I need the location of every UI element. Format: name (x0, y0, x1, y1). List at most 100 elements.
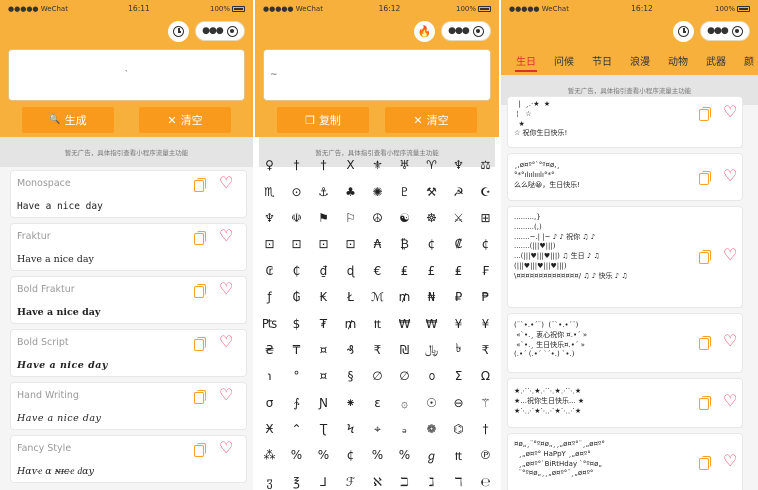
symbol-cell[interactable]: ♅ (391, 152, 418, 178)
symbol-cell[interactable]: ⚜ (364, 152, 391, 178)
symbol-cell[interactable]: ℮ (472, 469, 499, 490)
symbol-cell[interactable]: ♏ (256, 178, 283, 204)
mini-program-capsule[interactable]: ●●● (195, 21, 245, 41)
symbol-cell[interactable]: ℱ (337, 469, 364, 490)
symbol-cell[interactable]: ℶ (391, 469, 418, 490)
symbol-cell[interactable]: § (337, 363, 364, 389)
copy-icon[interactable] (699, 107, 711, 121)
tab-color[interactable]: 颜 (735, 45, 758, 75)
symbol-cell[interactable]: ♆ (445, 152, 472, 178)
symbol-cell[interactable]: ₤ (445, 258, 472, 284)
symbol-cell[interactable]: ☉ (418, 390, 445, 416)
symbol-cell[interactable]: % (364, 442, 391, 468)
text-editor[interactable] (263, 49, 491, 101)
symbol-cell[interactable]: ൦ (418, 363, 445, 389)
clear-button[interactable]: ✕ 清空 (385, 107, 477, 133)
symbol-cell[interactable]: ℵ (364, 469, 391, 490)
symbol-cell[interactable]: ¢ (418, 231, 445, 257)
symbol-cell[interactable]: ☸ (418, 205, 445, 231)
symbol-cell[interactable]: % (310, 442, 337, 468)
symbol-cell[interactable]: ƒ (256, 284, 283, 310)
symbol-cell[interactable]: ჳ (256, 469, 283, 490)
symbol-cell[interactable]: ¤ (310, 363, 337, 389)
symbol-cell[interactable]: ₵ (283, 258, 310, 284)
text-editor[interactable] (8, 49, 245, 101)
copy-icon[interactable] (699, 456, 711, 470)
symbol-cell[interactable]: ₰ (337, 337, 364, 363)
kaomoji-card[interactable]: ¤ø„¸¨°º¤ø„¸¸„ø¤º°¨¸„ø¤º° ¸„ø¤º° HaPpY ¸„… (507, 433, 743, 490)
kaomoji-card[interactable]: (¨`•.•´¨) (¨`•.•´¨) «`•.¸ 衷心祝你 ¤.•´ » «`… (507, 313, 743, 373)
target-icon[interactable] (226, 25, 238, 37)
symbol-cell[interactable]: ℷ (418, 469, 445, 490)
symbol-cell[interactable]: ℩ (256, 363, 283, 389)
symbol-cell[interactable]: ⚚ (472, 390, 499, 416)
text-input[interactable] (264, 50, 490, 100)
symbol-cell[interactable]: ₽ (445, 284, 472, 310)
symbol-cell[interactable]: ₣ (472, 258, 499, 284)
font-card-fancy-style[interactable]: Fancy Style Hɑᴠҽ ɑ ɴ̶ɪ̶ᴄ̶ҽ ԁɑу ♡ (10, 435, 247, 483)
heart-icon[interactable]: ♡ (219, 175, 233, 191)
copy-icon[interactable] (194, 231, 206, 245)
heart-icon[interactable]: ♡ (723, 333, 737, 349)
font-card-bold-script[interactable]: Bold Script Have a nice day ♡ (10, 329, 247, 377)
copy-icon[interactable] (699, 250, 711, 264)
symbol-cell[interactable]: ₫ (310, 258, 337, 284)
symbol-cell[interactable]: ⚑ (310, 205, 337, 231)
symbol-cell[interactable]: ⊡ (256, 231, 283, 257)
symbol-cell[interactable]: ⚔ (445, 205, 472, 231)
heart-icon[interactable]: ♡ (219, 440, 233, 456)
tab-romance[interactable]: 浪漫 (621, 45, 659, 75)
symbol-cell[interactable]: % (283, 442, 310, 468)
copy-icon[interactable] (194, 337, 206, 351)
symbol-cell[interactable]: $ (283, 310, 310, 336)
symbol-cell[interactable]: ¥ (445, 310, 472, 336)
symbol-cell[interactable]: ⊡ (310, 231, 337, 257)
history-button[interactable] (673, 21, 694, 42)
tab-birthday[interactable]: 生日 (507, 45, 545, 75)
symbol-cell[interactable]: ₭ (310, 284, 337, 310)
symbol-cell[interactable]: Ɲ (310, 390, 337, 416)
symbol-cell[interactable]: ⌬ (445, 416, 472, 442)
symbol-cell[interactable]: ∅ (364, 363, 391, 389)
heart-icon[interactable]: ♡ (723, 247, 737, 263)
symbol-cell[interactable]: ⌃ (283, 416, 310, 442)
copy-icon[interactable] (194, 390, 206, 404)
copy-icon[interactable] (194, 178, 206, 192)
symbol-cell[interactable]: ✺ (364, 178, 391, 204)
symbol-cell[interactable]: ⊡ (283, 231, 310, 257)
symbol-cell[interactable]: ₪ (391, 337, 418, 363)
symbol-cell[interactable]: σ (256, 390, 283, 416)
symbol-cell[interactable]: ₮ (310, 310, 337, 336)
tab-weapon[interactable]: 武器 (697, 45, 735, 75)
tab-festival[interactable]: 节日 (583, 45, 621, 75)
copy-icon[interactable] (194, 284, 206, 298)
symbol-cell[interactable]: Ӿ (256, 416, 283, 442)
symbol-cell[interactable]: ☭ (445, 178, 472, 204)
symbol-cell[interactable]: £ (418, 258, 445, 284)
tab-greeting[interactable]: 问候 (545, 45, 583, 75)
kaomoji-card[interactable]: ¸,ø¤º°`°º¤ø,¸ °*°ılıılııılı°*° 么么哒😀，生日快乐… (507, 153, 743, 201)
symbol-cell[interactable]: ☯ (391, 205, 418, 231)
symbol-cell[interactable]: ₥ (391, 284, 418, 310)
heart-icon[interactable]: ♡ (219, 334, 233, 350)
font-card-fraktur[interactable]: Fraktur Have a nice day ♡ (10, 223, 247, 271)
heart-icon[interactable]: ♡ (219, 281, 233, 297)
symbol-cell[interactable]: ₱ (472, 284, 499, 310)
symbol-cell[interactable]: ₩ (391, 310, 418, 336)
font-card-monospace[interactable]: Monospace Have a nice day ♡ (10, 170, 247, 218)
mini-program-capsule[interactable]: ●●● (700, 21, 750, 41)
generate-button[interactable]: 🔍 生成 (22, 107, 114, 133)
heart-icon[interactable]: ♡ (723, 393, 737, 409)
symbol-cell[interactable]: ⚓ (310, 178, 337, 204)
symbol-cell[interactable]: ♈ (418, 152, 445, 178)
copy-icon[interactable] (699, 336, 711, 350)
symbol-cell[interactable]: ⁂ (256, 442, 283, 468)
symbol-cell[interactable]: € (364, 258, 391, 284)
symbol-cell[interactable]: ☮ (364, 205, 391, 231)
symbol-cell[interactable]: % (391, 442, 418, 468)
clear-button[interactable]: ✕ 清空 (139, 107, 231, 133)
symbol-cell[interactable]: ❁ (418, 416, 445, 442)
symbol-cell[interactable]: ₿ (391, 231, 418, 257)
symbol-cell[interactable]: ⚐ (337, 205, 364, 231)
symbol-cell[interactable]: ℊ (418, 442, 445, 468)
